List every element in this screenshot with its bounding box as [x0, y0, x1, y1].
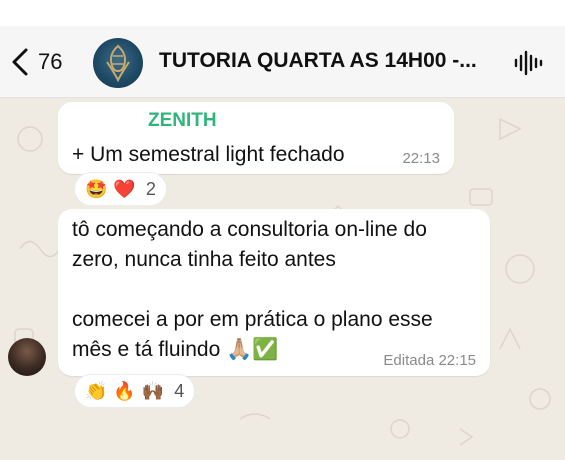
- message-line-blank: [72, 275, 482, 305]
- raised-hands-emoji-icon: 🙌🏾: [141, 380, 165, 402]
- message-time: 22:13: [402, 150, 440, 167]
- audio-wave-button[interactable]: [513, 50, 543, 81]
- unread-count: 76: [38, 49, 63, 74]
- heart-emoji-icon: ❤️: [113, 178, 136, 200]
- message-bubble[interactable]: tô começando a consultoria on-line do ze…: [58, 209, 490, 376]
- reaction-count: 2: [145, 178, 156, 199]
- message-line: zero, nunca tinha feito antes: [72, 248, 336, 271]
- chevron-left-icon: [12, 48, 28, 76]
- reaction-bar[interactable]: 👏 🔥 🙌🏾 4: [74, 374, 196, 408]
- clapping-emoji-icon: 👏: [85, 380, 108, 402]
- status-strip: [0, 0, 565, 26]
- chat-title[interactable]: TUTORIA QUARTA AS 14H00 -...: [159, 46, 494, 76]
- sender-name[interactable]: ZENITH: [148, 110, 217, 132]
- star-struck-emoji-icon: 🤩: [85, 178, 108, 200]
- group-logo-icon: [106, 44, 130, 83]
- reaction-bar[interactable]: 🤩 ❤️ 2: [74, 172, 167, 206]
- chat-header: 76 TUTORIA QUARTA AS 14H00 -...: [0, 26, 565, 98]
- group-avatar[interactable]: [93, 38, 143, 88]
- audio-wave-icon: [514, 50, 543, 76]
- back-button[interactable]: 76: [12, 48, 62, 76]
- message-time: Editada 22:15: [383, 352, 476, 369]
- message-text: + Um semestral light fechado: [72, 143, 345, 166]
- message-bubble[interactable]: ZENITH + Um semestral light fechado 22:1…: [58, 102, 454, 174]
- fire-emoji-icon: 🔥: [113, 380, 136, 402]
- message-line: tô começando a consultoria on-line do: [72, 218, 427, 241]
- message-text: tô começando a consultoria on-line do ze…: [72, 215, 482, 365]
- sender-avatar[interactable]: [8, 338, 46, 376]
- message-line: comecei a por em prática o plano esse: [72, 308, 433, 331]
- reaction-count: 4: [174, 380, 185, 401]
